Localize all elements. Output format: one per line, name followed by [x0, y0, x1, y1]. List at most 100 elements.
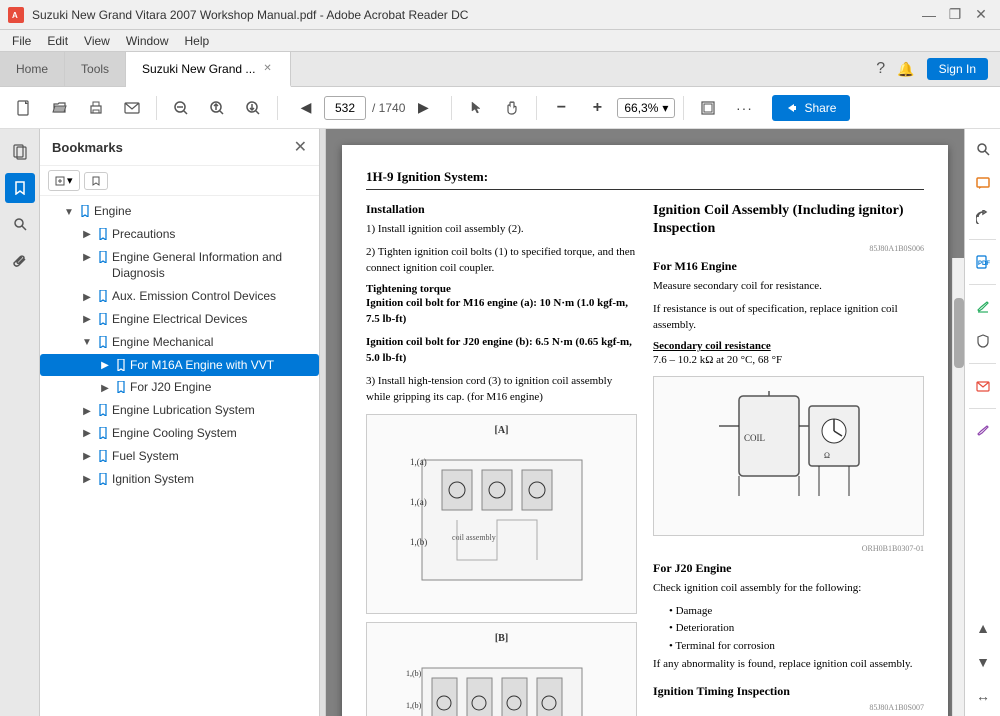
- expand-fuel-icon[interactable]: ▶: [80, 450, 94, 464]
- pdf-right-column: Ignition Coil Assembly (Including ignito…: [653, 202, 924, 716]
- expand-all-button[interactable]: ▾: [48, 170, 80, 191]
- bookmark-item-ignition[interactable]: ▶ Ignition System: [40, 468, 319, 491]
- expand-mechanical-icon[interactable]: ▼: [80, 336, 94, 350]
- expand-j20-icon[interactable]: ▶: [98, 381, 112, 395]
- tab-document[interactable]: Suzuki New Grand ... ✕: [126, 52, 291, 87]
- email-button[interactable]: [116, 92, 148, 124]
- expand-engine-icon[interactable]: ▼: [62, 205, 76, 219]
- pdf-area[interactable]: 1H-9 Ignition System: Installation 1) In…: [326, 129, 964, 716]
- expand-precautions-icon[interactable]: ▶: [80, 228, 94, 242]
- sidebar-icon-pages[interactable]: [5, 137, 35, 167]
- more-tools-button[interactable]: ···: [728, 92, 760, 124]
- tab-tools[interactable]: Tools: [65, 52, 126, 86]
- bookmark-page-button[interactable]: [84, 172, 108, 190]
- bookmark-item-lubrication[interactable]: ▶ Engine Lubrication System: [40, 399, 319, 422]
- bookmark-item-fuel[interactable]: ▶ Fuel System: [40, 445, 319, 468]
- bookmark-item-engine-general[interactable]: ▶ Engine General Information and Diagnos…: [40, 246, 319, 286]
- zoom-dropdown-icon: ▾: [662, 101, 668, 115]
- rt-send-button[interactable]: [967, 370, 999, 402]
- prev-page-button[interactable]: ◀: [294, 96, 318, 120]
- page-number-input[interactable]: [324, 96, 366, 120]
- tab-tools-label: Tools: [81, 62, 109, 76]
- expand-engine-general-icon[interactable]: ▶: [80, 251, 94, 265]
- menu-file[interactable]: File: [4, 32, 39, 50]
- scrollbar-track[interactable]: [952, 258, 964, 716]
- damage-item: Damage: [669, 603, 924, 621]
- bookmark-item-electrical[interactable]: ▶ Engine Electrical Devices: [40, 308, 319, 331]
- svg-text:COIL: COIL: [744, 433, 765, 443]
- lubrication-label: Engine Lubrication System: [112, 402, 255, 419]
- rt-rotate-button[interactable]: [967, 201, 999, 233]
- bookmark-item-aux[interactable]: ▶ Aux. Emission Control Devices: [40, 285, 319, 308]
- bookmark-item-m16a[interactable]: ▶ For M16A Engine with VVT: [40, 354, 319, 377]
- rt-comment-button[interactable]: [967, 167, 999, 199]
- maximize-button[interactable]: ❐: [944, 4, 966, 26]
- download-button[interactable]: [237, 92, 269, 124]
- tab-close-button[interactable]: ✕: [261, 61, 273, 76]
- minimize-button[interactable]: —: [918, 4, 940, 26]
- rt-protect-button[interactable]: [967, 325, 999, 357]
- fit-page-button[interactable]: [692, 92, 724, 124]
- sign-in-button[interactable]: Sign In: [927, 58, 988, 80]
- upload-button[interactable]: [201, 92, 233, 124]
- menu-help[interactable]: Help: [177, 32, 218, 50]
- secondary-resistance: Secondary coil resistance: [653, 340, 924, 352]
- fuel-label: Fuel System: [112, 448, 179, 465]
- window-controls: — ❐ ✕: [918, 4, 992, 26]
- bookmark-item-mechanical[interactable]: ▼ Engine Mechanical: [40, 331, 319, 354]
- bookmark-item-cooling[interactable]: ▶ Engine Cooling System: [40, 422, 319, 445]
- m16a-label: For M16A Engine with VVT: [130, 357, 274, 374]
- zoom-minus-button[interactable]: −: [545, 92, 577, 124]
- precautions-label: Precautions: [112, 226, 175, 243]
- scrollbar-thumb[interactable]: [954, 298, 964, 368]
- share-button[interactable]: Share: [772, 95, 850, 121]
- bell-icon[interactable]: 🔔: [897, 61, 914, 78]
- bookmark-item-engine[interactable]: ▼ Engine: [40, 200, 319, 223]
- next-page-button[interactable]: ▶: [411, 96, 435, 120]
- rt-export-pdf-button[interactable]: PDF: [967, 246, 999, 278]
- print-button[interactable]: [80, 92, 112, 124]
- zoom-out-button[interactable]: [165, 92, 197, 124]
- bookmark-item-j20[interactable]: ▶ For J20 Engine: [40, 376, 319, 399]
- engine-mechanical-label: Engine Mechanical: [112, 334, 213, 351]
- menu-view[interactable]: View: [76, 32, 118, 50]
- sidebar-icon-bookmarks[interactable]: [5, 173, 35, 203]
- bookmarks-close-button[interactable]: ✕: [294, 137, 307, 157]
- close-button[interactable]: ✕: [970, 4, 992, 26]
- step2-text: 2) Tighten ignition coil bolts (1) to sp…: [366, 244, 637, 277]
- rt-fill-sign-button[interactable]: [967, 291, 999, 323]
- rt-spacer: [965, 449, 1000, 610]
- cursor-tool-button[interactable]: [460, 92, 492, 124]
- rt-search-button[interactable]: [967, 133, 999, 165]
- rt-scroll-up-button[interactable]: ▲: [967, 612, 999, 644]
- toolbar: ◀ / 1740 ▶ − + 66,3% ▾ ··· Share: [0, 87, 1000, 129]
- zoom-display[interactable]: 66,3% ▾: [617, 98, 675, 118]
- expand-electrical-icon[interactable]: ▶: [80, 313, 94, 327]
- open-button[interactable]: [44, 92, 76, 124]
- sidebar-icon-search[interactable]: [5, 209, 35, 239]
- bookmark-item-precautions[interactable]: ▶ Precautions: [40, 223, 319, 246]
- help-icon[interactable]: ?: [876, 60, 885, 78]
- new-document-button[interactable]: [8, 92, 40, 124]
- hand-tool-button[interactable]: [496, 92, 528, 124]
- expand-lubrication-icon[interactable]: ▶: [80, 404, 94, 418]
- menu-edit[interactable]: Edit: [39, 32, 76, 50]
- left-sidebar: [0, 129, 40, 716]
- tab-home[interactable]: Home: [0, 52, 65, 86]
- menu-bar: File Edit View Window Help: [0, 30, 1000, 52]
- zoom-plus-button[interactable]: +: [581, 92, 613, 124]
- sidebar-icon-attachments[interactable]: [5, 245, 35, 275]
- rt-scroll-down-button[interactable]: ▼: [967, 646, 999, 678]
- rt-edit-button[interactable]: [967, 415, 999, 447]
- svg-text:PDF: PDF: [978, 261, 990, 267]
- ignition-label: Ignition System: [112, 471, 194, 488]
- expand-ignition-icon[interactable]: ▶: [80, 473, 94, 487]
- expand-m16a-icon[interactable]: ▶: [98, 359, 112, 373]
- rt-expand-button[interactable]: ↔: [967, 680, 999, 712]
- j20-label: For J20 Engine: [130, 379, 211, 396]
- cooling-label: Engine Cooling System: [112, 425, 237, 442]
- torque-m16: Ignition coil bolt for M16 engine (a): 1…: [366, 295, 637, 328]
- menu-window[interactable]: Window: [118, 32, 177, 50]
- expand-aux-icon[interactable]: ▶: [80, 290, 94, 304]
- expand-cooling-icon[interactable]: ▶: [80, 427, 94, 441]
